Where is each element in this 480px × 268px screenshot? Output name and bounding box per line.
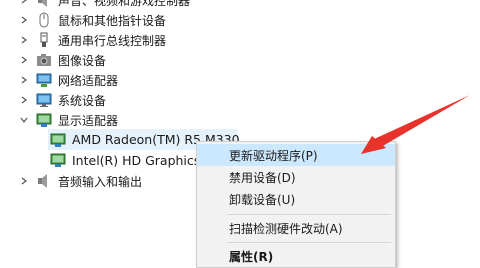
- display-adapter-icon: [50, 152, 66, 168]
- chevron-right-icon[interactable]: [18, 14, 30, 26]
- display-adapter-icon: [36, 112, 52, 128]
- tree-item-label: 声音、视频和游戏控制器: [58, 0, 191, 8]
- chevron-right-icon[interactable]: [18, 74, 30, 86]
- menu-item-label: 禁用设备(D): [229, 170, 296, 185]
- chevron-right-icon[interactable]: [18, 54, 30, 66]
- network-adapter-icon: [36, 72, 52, 88]
- menu-item-label: 卸载设备(U): [229, 192, 296, 207]
- menu-item-uninstall-device[interactable]: 卸载设备(U): [197, 188, 395, 210]
- tree-item-label: 鼠标和其他指针设备: [58, 13, 167, 28]
- menu-item-properties[interactable]: 属性(R): [197, 245, 395, 267]
- mouse-icon: [36, 12, 52, 28]
- tree-item-display-adapters[interactable]: 显示适配器: [18, 110, 118, 130]
- tree-item-sound[interactable]: 声音、视频和游戏控制器: [18, 0, 190, 10]
- chevron-right-icon[interactable]: [18, 175, 30, 187]
- speaker-icon: [36, 0, 52, 8]
- menu-item-update-driver[interactable]: 更新驱动程序(P): [197, 144, 395, 166]
- menu-item-label: 扫描检测硬件改动(A): [229, 221, 343, 236]
- tree-item-audio-io[interactable]: 音频输入和输出: [18, 171, 142, 191]
- tree-item-label: 音频输入和输出: [58, 174, 143, 189]
- tree-item-label: 显示适配器: [58, 113, 119, 128]
- tree-item-imaging[interactable]: 图像设备: [18, 50, 106, 70]
- tree-item-label: 系统设备: [58, 93, 107, 108]
- chevron-right-icon[interactable]: [18, 94, 30, 106]
- camera-icon: [36, 52, 52, 68]
- chevron-right-icon[interactable]: [18, 34, 30, 46]
- menu-item-scan-hardware[interactable]: 扫描检测硬件改动(A): [197, 217, 395, 239]
- menu-item-label: 更新驱动程序(P): [229, 148, 318, 163]
- display-adapter-icon: [50, 132, 66, 148]
- tree-item-usb[interactable]: 通用串行总线控制器: [18, 30, 166, 50]
- tree-item-label: Intel(R) HD Graphics: [72, 152, 201, 168]
- tree-item-label: 图像设备: [58, 53, 107, 68]
- menu-separator: [227, 214, 391, 215]
- menu-item-disable-device[interactable]: 禁用设备(D): [197, 166, 395, 188]
- system-device-icon: [36, 92, 52, 108]
- chevron-down-icon[interactable]: [18, 114, 30, 126]
- usb-icon: [36, 32, 52, 48]
- tree-item-network[interactable]: 网络适配器: [18, 70, 118, 90]
- tree-item-intel-hd[interactable]: Intel(R) HD Graphics: [48, 150, 200, 170]
- tree-item-label: 通用串行总线控制器: [58, 33, 167, 48]
- context-menu: 更新驱动程序(P) 禁用设备(D) 卸载设备(U) 扫描检测硬件改动(A) 属性…: [196, 141, 396, 268]
- tree-item-mouse[interactable]: 鼠标和其他指针设备: [18, 10, 166, 30]
- tree-item-system[interactable]: 系统设备: [18, 90, 106, 110]
- menu-item-label: 属性(R): [229, 249, 274, 264]
- speaker-icon: [36, 173, 52, 189]
- tree-item-label: 网络适配器: [58, 73, 119, 88]
- chevron-right-icon[interactable]: [18, 0, 30, 6]
- menu-separator: [227, 242, 391, 243]
